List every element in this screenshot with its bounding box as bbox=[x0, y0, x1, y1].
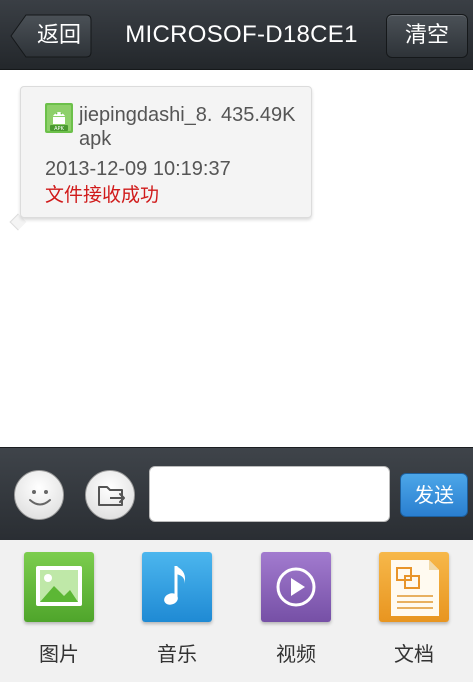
file-size: 435.49K bbox=[221, 104, 296, 126]
svg-text:APK: APK bbox=[54, 126, 64, 132]
send-button[interactable]: 发送 bbox=[400, 473, 468, 517]
file-type-toolbar: 图片 音乐 视频 文档 bbox=[0, 540, 473, 682]
emoji-button[interactable] bbox=[14, 470, 64, 520]
apk-file-icon: APK bbox=[45, 103, 73, 133]
document-icon bbox=[379, 552, 449, 622]
transfer-status: 文件接收成功 bbox=[45, 184, 160, 206]
tool-music-label: 音乐 bbox=[157, 642, 197, 666]
tool-documents-label: 文档 bbox=[394, 642, 434, 666]
back-button[interactable]: 返回 bbox=[10, 14, 92, 58]
clear-button[interactable]: 清空 bbox=[386, 14, 468, 58]
message-timestamp: 2013-12-09 10:19:37 bbox=[45, 158, 231, 180]
tool-music[interactable]: 音乐 bbox=[118, 540, 236, 682]
tool-video-label: 视频 bbox=[276, 642, 316, 666]
input-bar: 发送 bbox=[0, 447, 473, 540]
back-button-label: 返回 bbox=[36, 23, 81, 48]
image-icon bbox=[24, 552, 94, 622]
file-message-bubble[interactable]: APK jiepingdashi_8. apk 435.49K 2013-12-… bbox=[20, 86, 312, 218]
tool-video[interactable]: 视频 bbox=[237, 540, 355, 682]
page-title: MICROSOF-D18CE1 bbox=[125, 21, 358, 48]
message-area: APK jiepingdashi_8. apk 435.49K 2013-12-… bbox=[0, 71, 473, 447]
file-name: jiepingdashi_8. apk bbox=[79, 104, 213, 150]
music-note-icon bbox=[142, 552, 212, 622]
title-bar: 返回 MICROSOF-D18CE1 清空 bbox=[0, 0, 473, 70]
play-icon bbox=[261, 552, 331, 622]
smiley-icon bbox=[29, 490, 51, 506]
tool-documents[interactable]: 文档 bbox=[355, 540, 473, 682]
send-file-button[interactable] bbox=[85, 470, 135, 520]
send-file-icon bbox=[98, 486, 125, 506]
tool-images-label: 图片 bbox=[39, 642, 79, 666]
tool-images[interactable]: 图片 bbox=[0, 540, 118, 682]
message-input[interactable] bbox=[149, 466, 390, 522]
